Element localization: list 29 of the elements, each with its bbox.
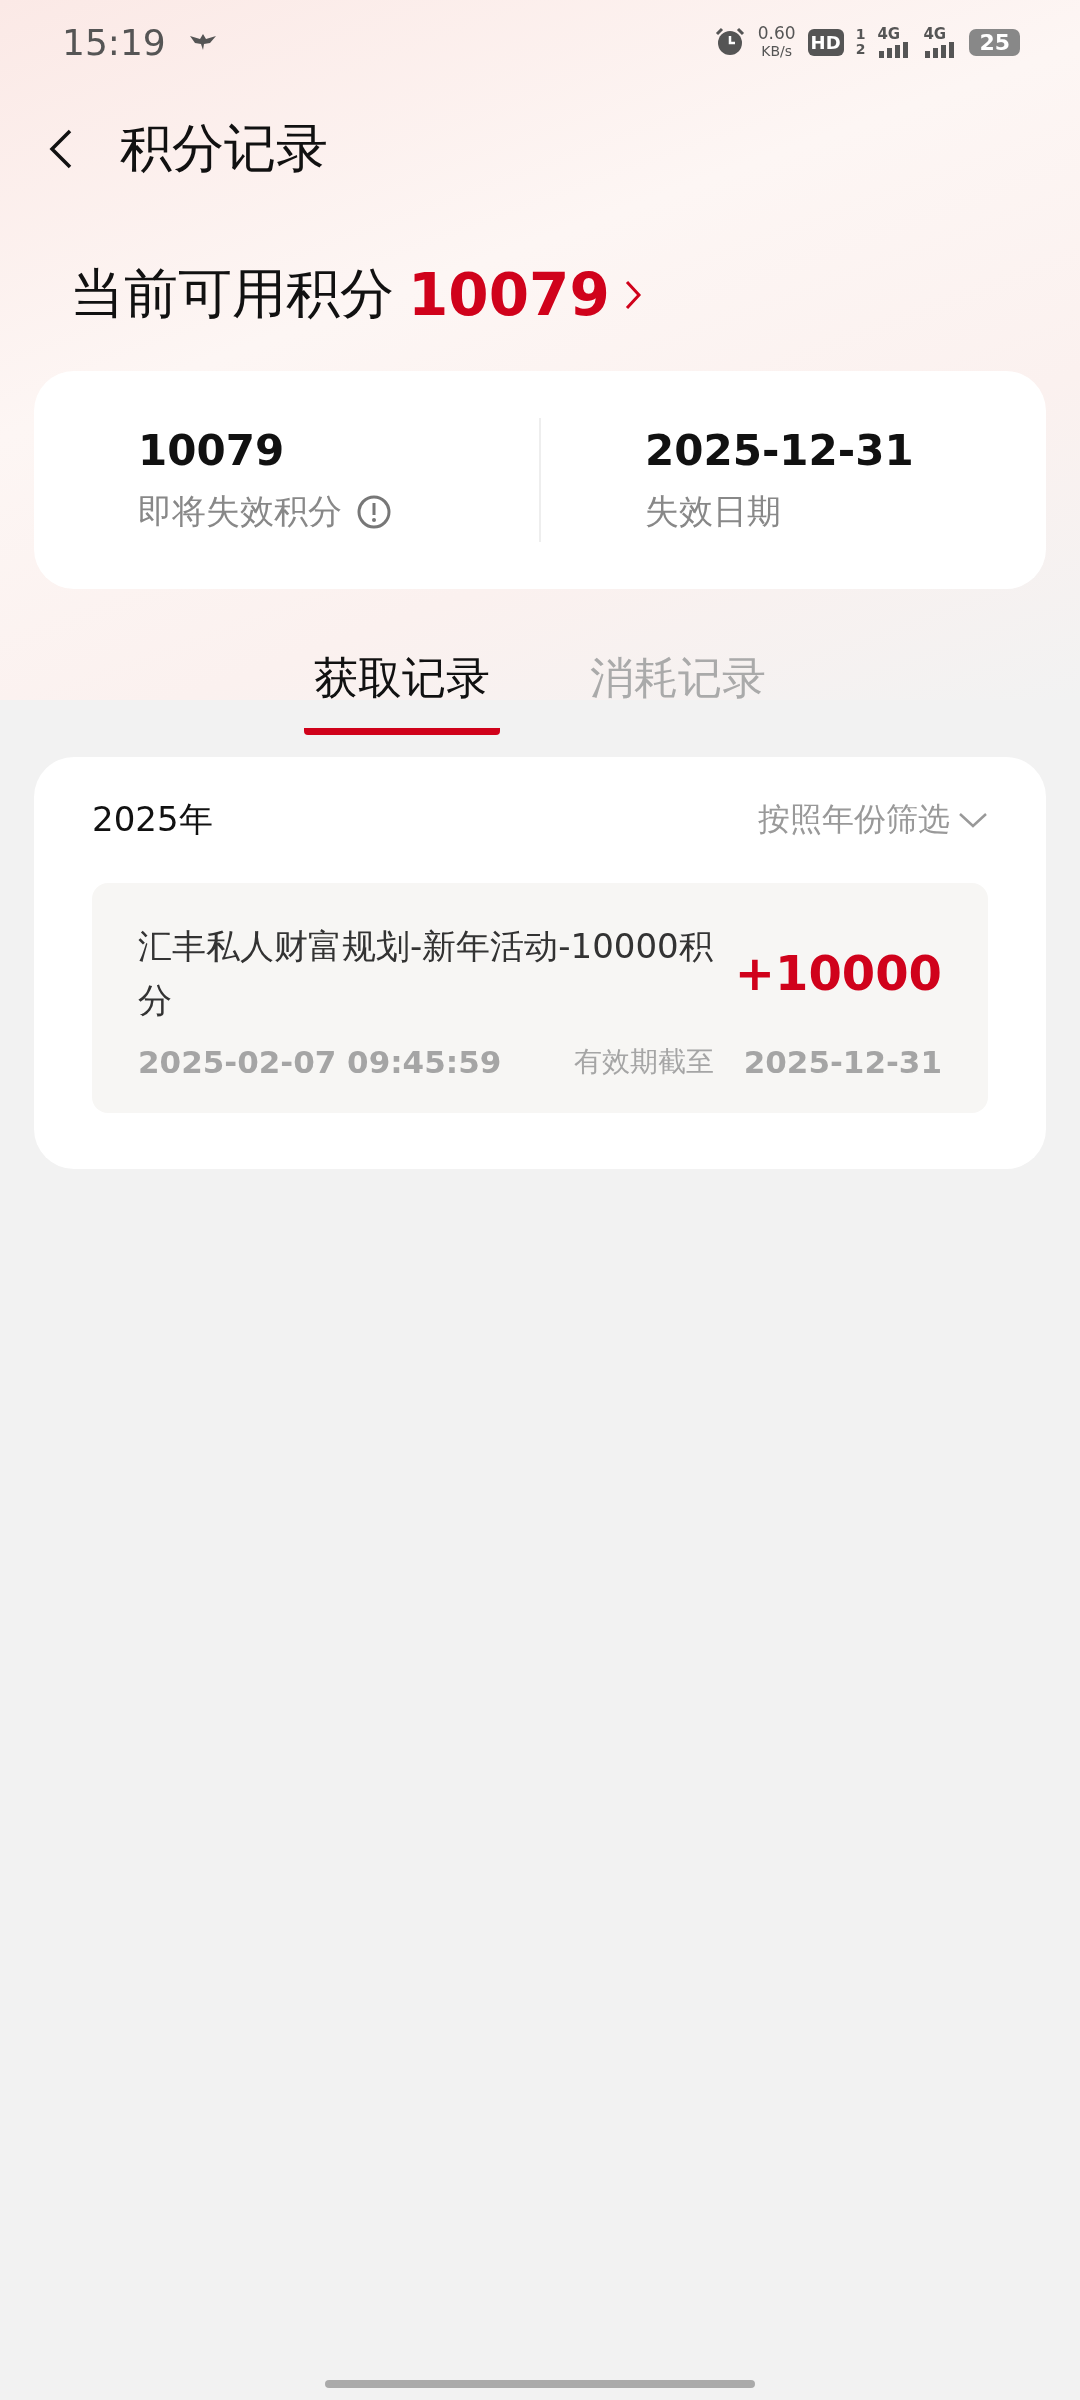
summary-value: 2025-12-31 — [645, 425, 915, 475]
tab[interactable]: 获取记录 — [304, 639, 500, 735]
network-type: 4G — [877, 26, 901, 42]
summary-label: 即将失效积分 — [138, 489, 342, 533]
record-amount: +10000 — [734, 945, 942, 1001]
expiry-date: 2025-12-31 — [743, 1044, 942, 1080]
summary-value: 10079 — [138, 425, 286, 475]
points-label: 当前可用积分 — [70, 261, 394, 327]
net-speed-value: 0.60 — [757, 24, 796, 42]
year-label: 2025年 — [92, 798, 213, 841]
record-time: 2025-02-07 09:45:59 — [138, 1044, 502, 1080]
year-filter[interactable]: 按照年份筛选 — [758, 798, 988, 842]
tab[interactable]: 消耗记录 — [580, 639, 776, 735]
points-value: 10079 — [408, 260, 610, 329]
info-icon[interactable] — [356, 493, 392, 530]
summary-label: 失效日期 — [645, 489, 781, 533]
chevron-down-icon — [958, 811, 988, 829]
sim-number: 2 — [855, 42, 866, 57]
sim-number: 1 — [855, 27, 866, 42]
chevron-right-icon[interactable] — [623, 278, 642, 311]
net-speed-unit: KB/s — [761, 42, 793, 60]
status-time: 15:19 — [62, 21, 166, 63]
expiry-label: 有效期截至 — [573, 1044, 714, 1080]
page-title: 积分记录 — [120, 117, 328, 180]
network-type: 4G — [923, 26, 947, 42]
back-icon[interactable] — [48, 127, 74, 171]
alarm-icon — [713, 26, 746, 58]
battery-icon: 25 — [969, 28, 1020, 56]
record-title: 汇丰私人财富规划-新年活动-10000积分 — [138, 925, 714, 1022]
